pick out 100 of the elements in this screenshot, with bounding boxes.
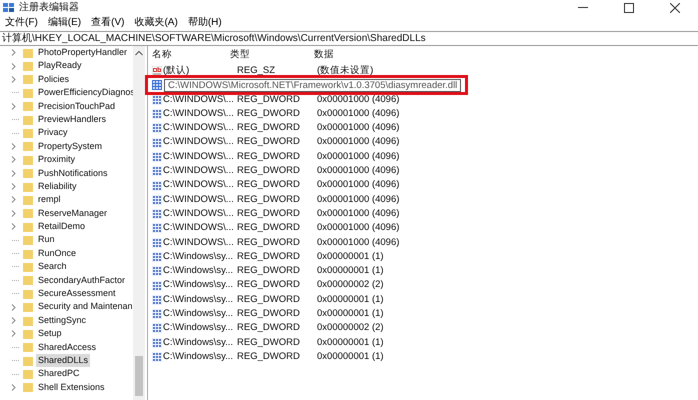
folder-icon xyxy=(23,369,33,380)
value-data: (数值未设置) xyxy=(317,65,374,76)
folder-icon xyxy=(23,101,33,112)
tree-item[interactable]: SettingSync xyxy=(36,314,88,328)
tree-item[interactable]: Reliability xyxy=(36,180,79,194)
tree-item[interactable]: PlayReady xyxy=(36,59,84,73)
scroll-up-icon[interactable] xyxy=(135,50,143,56)
menu-item[interactable]: 编辑(E) xyxy=(42,15,86,31)
tree-item[interactable]: SecondaryAuthFactor xyxy=(36,274,128,288)
tree-item[interactable]: Policies xyxy=(36,72,72,86)
tree-item[interactable]: PhotoPropertyHandler xyxy=(36,46,130,60)
scrollbar-thumb[interactable] xyxy=(135,356,143,396)
value-type: REG_DWORD xyxy=(237,294,300,305)
value-name[interactable]: C:\WINDOWS\... xyxy=(163,122,234,134)
value-type: REG_SZ xyxy=(237,65,276,76)
value-name[interactable]: C:\WINDOWS\... xyxy=(163,150,234,162)
tree-item[interactable]: rempl xyxy=(36,193,63,207)
column-header[interactable]: 数据 xyxy=(314,49,334,60)
value-name[interactable]: C:\WINDOWS\... xyxy=(163,208,234,219)
tree-item[interactable]: Privacy xyxy=(36,126,70,140)
value-name[interactable]: C:\WINDOWS\... xyxy=(163,236,234,248)
menu-item[interactable]: 文件(F) xyxy=(0,15,43,31)
folder-icon xyxy=(23,154,33,165)
value-type: REG_DWORD xyxy=(237,236,300,248)
value-name[interactable]: C:\Windows\sy... xyxy=(163,322,234,334)
value-type: REG_DWORD xyxy=(237,94,300,105)
tree-item[interactable]: PrecisionTouchPad xyxy=(36,100,118,113)
binary-value-icon xyxy=(152,352,162,362)
scrollbar[interactable] xyxy=(133,46,145,400)
value-type: REG_DWORD xyxy=(237,194,300,205)
tree-item[interactable]: ReserveManager xyxy=(36,206,110,220)
maximize-icon xyxy=(624,2,634,12)
tree-item[interactable]: Search xyxy=(36,260,69,274)
value-data: 0x00001000 (4096) xyxy=(317,165,400,176)
folder-icon xyxy=(23,262,33,272)
value-type: REG_DWORD xyxy=(237,165,300,176)
tree-item[interactable]: Setup xyxy=(36,327,64,341)
binary-value-icon xyxy=(152,223,162,234)
binary-value-icon xyxy=(152,266,162,276)
folder-icon xyxy=(23,61,33,72)
registry-cubes-icon xyxy=(3,2,14,13)
tree-item[interactable]: PushNotifications xyxy=(36,166,110,180)
tree-item[interactable]: RetailDemo xyxy=(36,220,88,234)
menu-item[interactable]: 收藏夹(A) xyxy=(129,15,183,31)
value-type: REG_DWORD xyxy=(237,150,300,162)
binary-value-icon xyxy=(152,80,162,90)
value-name[interactable]: C:\WINDOWS\... xyxy=(163,165,234,176)
binary-value-icon xyxy=(152,209,162,220)
value-name[interactable]: (默认) xyxy=(163,65,190,76)
value-name[interactable]: C:\WINDOWS\... xyxy=(163,179,234,190)
value-data: 0x00001000 (4096) xyxy=(317,136,400,148)
value-name[interactable]: C:\WINDOWS\... xyxy=(163,94,234,105)
folder-icon xyxy=(23,316,33,326)
column-header[interactable]: 名称 xyxy=(152,49,172,60)
value-type: REG_DWORD xyxy=(237,179,300,190)
tree-item[interactable]: SharedPC xyxy=(36,367,82,381)
folder-icon xyxy=(23,128,33,138)
value-name[interactable]: C:\WINDOWS\... xyxy=(163,108,234,119)
rename-field[interactable]: C:\WINDOWS\Microsoft.NET\Framework\v1.0.3705\diasymreader.dll xyxy=(164,78,462,92)
tree-item[interactable]: PreviewHandlers xyxy=(36,112,108,126)
tree-item[interactable]: RunOnce xyxy=(36,246,78,260)
value-name[interactable]: C:\Windows\sy... xyxy=(163,350,234,362)
value-data: 0x00000001 (1) xyxy=(317,350,384,362)
binary-value-icon xyxy=(152,252,162,262)
value-data: 0x00001000 (4096) xyxy=(317,122,400,134)
tree-item[interactable]: Run xyxy=(36,233,57,247)
tree-item[interactable]: SharedAccess xyxy=(36,340,98,354)
value-type: REG_DWORD xyxy=(237,122,300,134)
binary-value-icon xyxy=(152,338,162,348)
column-header[interactable]: 类型 xyxy=(230,49,250,60)
menu-item[interactable]: 帮助(H) xyxy=(182,15,227,31)
tree-item[interactable]: PowerEfficiencyDiagnos xyxy=(36,86,137,100)
value-name[interactable]: C:\Windows\sy... xyxy=(163,336,234,348)
menu-item[interactable]: 查看(V) xyxy=(86,15,130,31)
tree-item[interactable]: Proximity xyxy=(36,153,78,167)
tree-item[interactable]: SecureAssessment xyxy=(36,287,118,300)
value-name[interactable]: C:\Windows\sy... xyxy=(163,279,234,290)
value-name[interactable]: C:\WINDOWS\... xyxy=(163,222,234,234)
binary-value-icon xyxy=(152,109,162,120)
value-name[interactable]: C:\Windows\sy... xyxy=(163,294,234,305)
folder-icon xyxy=(23,275,33,286)
folder-icon xyxy=(23,328,33,339)
tree-item[interactable]: SharedDLLs xyxy=(36,354,90,368)
value-name[interactable]: C:\WINDOWS\... xyxy=(163,136,234,148)
address-path[interactable]: 计算机\HKEY_LOCAL_MACHINE\SOFTWARE\Microsoft\Windows\CurrentVersion\SharedDLLs xyxy=(2,33,426,44)
folder-icon xyxy=(23,88,33,98)
binary-value-icon xyxy=(152,138,162,148)
tree-item[interactable]: Shell Extensions xyxy=(36,380,107,394)
folder-icon xyxy=(23,248,33,259)
tree-item[interactable]: Security and Maintenan xyxy=(36,300,135,314)
value-name[interactable]: C:\Windows\sy... xyxy=(163,265,234,276)
value-name[interactable]: C:\Windows\sy... xyxy=(163,308,234,320)
folder-icon xyxy=(23,302,33,312)
folder-icon xyxy=(23,48,33,58)
close-icon xyxy=(670,2,680,12)
value-name[interactable]: C:\WINDOWS\... xyxy=(163,194,234,205)
binary-value-icon xyxy=(152,294,162,305)
tree-item[interactable]: PropertySystem xyxy=(36,140,104,154)
value-name[interactable]: C:\Windows\sy... xyxy=(163,250,234,262)
binary-value-icon xyxy=(152,323,162,334)
